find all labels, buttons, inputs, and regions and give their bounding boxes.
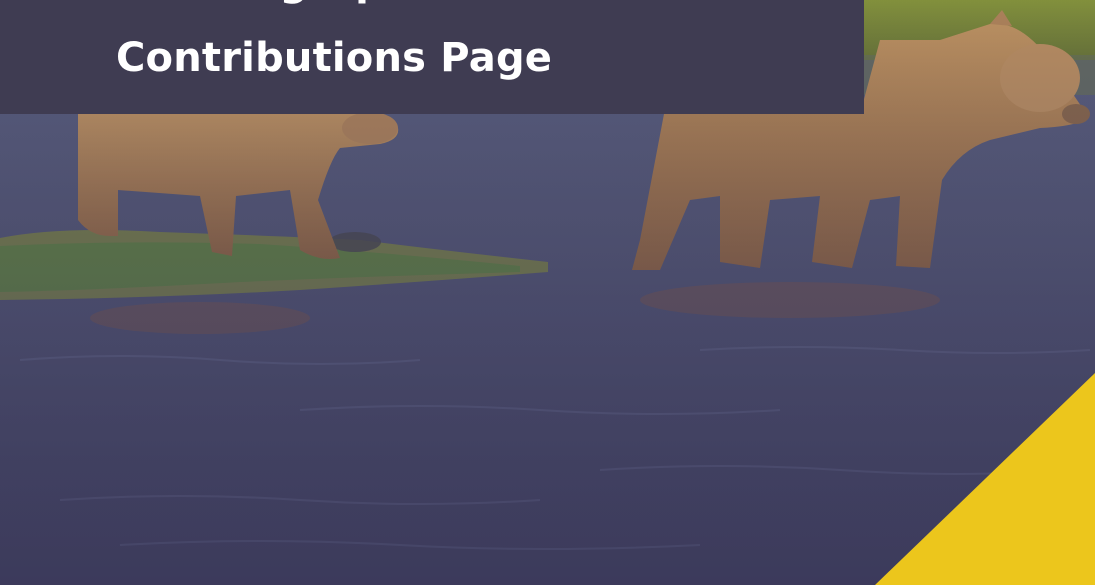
page-title-line-1: Tracking Up: [116, 0, 552, 20]
hero-banner: Tracking Up Contributions Page: [0, 0, 1095, 585]
page-title-line-2: Contributions Page: [116, 35, 553, 81]
page-title: Tracking Up Contributions Page: [116, 0, 552, 96]
title-panel: Tracking Up Contributions Page: [0, 0, 864, 114]
corner-accent-triangle: [875, 373, 1095, 585]
